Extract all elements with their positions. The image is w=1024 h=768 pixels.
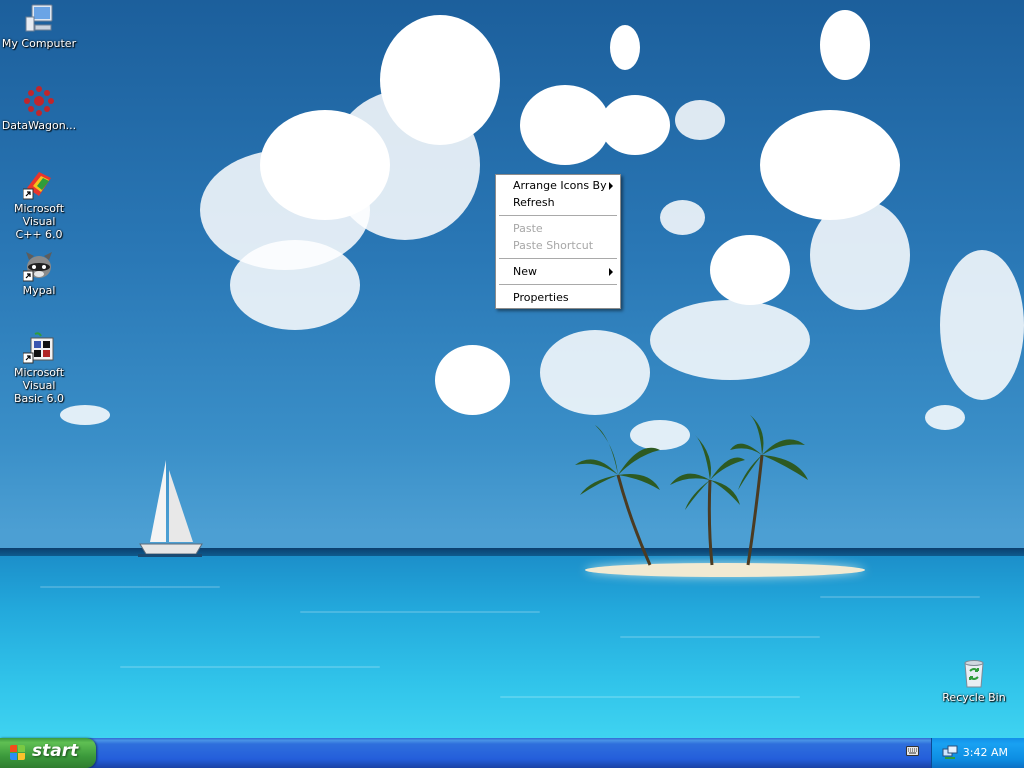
desktop-icon-mypal[interactable]: Mypal: [0, 250, 79, 297]
desktop-icon-recycle-bin[interactable]: Recycle Bin: [934, 657, 1014, 704]
desktop-icon-visual-cpp[interactable]: Microsoft Visual C++ 6.0: [0, 168, 79, 241]
submenu-arrow-icon: [609, 268, 613, 276]
system-tray: 3:42 AM: [931, 738, 1024, 768]
start-label: start: [32, 741, 79, 761]
menu-item-label: Refresh: [513, 196, 555, 209]
menu-item-label: New: [513, 265, 537, 278]
keyboard-icon[interactable]: [906, 746, 919, 756]
desktop-icon-datawagon[interactable]: DataWagon...: [0, 85, 79, 132]
menu-item-label: Properties: [513, 291, 569, 304]
recycle-bin-icon: [958, 657, 990, 689]
mypal-icon: [22, 250, 55, 282]
menu-item-arrange-icons-by[interactable]: Arrange Icons By: [496, 177, 620, 194]
datawagon-icon: [23, 85, 55, 117]
menu-separator: [499, 284, 617, 285]
windows-logo-icon: [10, 745, 26, 761]
desktop-icon-label: Mypal: [22, 284, 56, 297]
desktop-icon-label: Microsoft Visual Basic 6.0: [13, 366, 65, 405]
visual-basic-icon: [22, 332, 55, 364]
menu-separator: [499, 215, 617, 216]
desktop-icon-my-computer[interactable]: My Computer: [0, 3, 79, 50]
menu-item-label: Paste: [513, 222, 543, 235]
my-computer-icon: [23, 3, 55, 35]
desktop-context-menu: Arrange Icons By Refresh Paste Paste Sho…: [495, 174, 621, 309]
desktop-icon-label: Recycle Bin: [942, 691, 1006, 704]
desktop-icon-label: Microsoft Visual C++ 6.0: [13, 202, 65, 241]
visual-cpp-icon: [22, 168, 55, 200]
menu-item-properties[interactable]: Properties: [496, 289, 620, 306]
menu-item-label: Arrange Icons By: [513, 179, 607, 192]
taskbar: start 3:42 AM: [0, 738, 1024, 768]
start-button[interactable]: start: [0, 738, 96, 768]
network-icon[interactable]: [942, 745, 958, 761]
menu-item-paste-shortcut: Paste Shortcut: [496, 237, 620, 254]
desktop[interactable]: My Computer DataWagon... Microsoft Visua…: [0, 0, 1024, 738]
submenu-arrow-icon: [609, 182, 613, 190]
menu-item-paste: Paste: [496, 220, 620, 237]
clock[interactable]: 3:42 AM: [963, 746, 1008, 759]
menu-item-refresh[interactable]: Refresh: [496, 194, 620, 211]
desktop-icon-label: My Computer: [1, 37, 77, 50]
menu-separator: [499, 258, 617, 259]
menu-item-new[interactable]: New: [496, 263, 620, 280]
menu-item-label: Paste Shortcut: [513, 239, 594, 252]
desktop-icon-visual-basic[interactable]: Microsoft Visual Basic 6.0: [0, 332, 79, 405]
desktop-icon-label: DataWagon...: [1, 119, 77, 132]
